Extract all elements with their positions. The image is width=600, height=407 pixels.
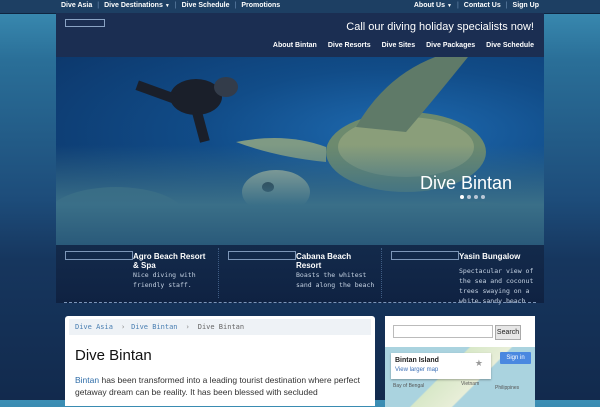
top-nav-sign-up[interactable]: Sign Up	[508, 2, 544, 9]
slider-dot[interactable]	[481, 195, 485, 199]
top-nav-right: About Us ▼ | Contact Us | Sign Up	[409, 2, 544, 9]
resort-title[interactable]: Agro Beach Resort & Spa	[133, 252, 213, 270]
nav-dive-schedule[interactable]: Dive Schedule	[486, 42, 534, 49]
map-widget[interactable]: Bintan Island View larger map ★ Sign in …	[385, 347, 535, 407]
resort-strip: Agro Beach Resort & Spa Nice diving with…	[56, 245, 544, 305]
diver-figure	[135, 77, 238, 143]
map-label: Bay of Bengal	[393, 383, 425, 389]
top-nav-dive-asia[interactable]: Dive Asia	[56, 2, 97, 9]
resort-title[interactable]: Yasin Bungalow	[459, 252, 539, 261]
resort-thumbnail[interactable]	[391, 251, 459, 260]
chevron-down-icon: ▼	[164, 3, 170, 9]
slider-dot[interactable]	[460, 195, 464, 199]
nav-about-bintan[interactable]: About Bintan	[273, 42, 317, 49]
top-nav-about-us[interactable]: About Us ▼	[409, 2, 457, 9]
hero-slider: Dive Bintan	[56, 57, 544, 245]
nav-dive-sites[interactable]: Dive Sites	[382, 42, 415, 49]
breadcrumb-current: Dive Bintan	[197, 323, 245, 331]
site-logo[interactable]	[65, 19, 105, 27]
chevron-down-icon: ▼	[446, 3, 452, 9]
resort-description: Nice diving with friendly staff.	[133, 271, 196, 289]
resort-title[interactable]: Cabana Beach Resort	[296, 252, 376, 270]
hero-title: Dive Bintan	[420, 173, 513, 193]
sidebar: Search Bintan Island View larger map ★ S…	[385, 316, 535, 407]
map-info-card: Bintan Island View larger map ★	[391, 353, 491, 379]
resort-card[interactable]: Cabana Beach Resort Boasts the whitest s…	[219, 248, 374, 300]
search-input[interactable]	[393, 325, 493, 338]
resort-thumbnail[interactable]	[65, 251, 133, 260]
breadcrumb: Dive Asia › Dive Bintan › Dive Bintan	[69, 319, 371, 335]
main-nav: About Bintan Dive Resorts Dive Sites Div…	[262, 42, 534, 49]
top-nav-dive-destinations-label: Dive Destinations	[104, 2, 163, 9]
slider-dot[interactable]	[474, 195, 478, 199]
slider-dot[interactable]	[467, 195, 471, 199]
top-nav-dive-schedule[interactable]: Dive Schedule	[177, 2, 235, 9]
breadcrumb-item[interactable]: Dive Bintan	[131, 323, 177, 331]
nav-dive-packages[interactable]: Dive Packages	[426, 42, 475, 49]
star-icon[interactable]: ★	[475, 358, 483, 369]
bintan-link[interactable]: Bintan	[75, 375, 99, 385]
resort-card[interactable]: Yasin Bungalow Spectacular view of the s…	[382, 248, 533, 305]
main-content: Dive Asia › Dive Bintan › Dive Bintan Di…	[65, 316, 375, 406]
sign-in-label: Sign in	[506, 355, 525, 361]
view-larger-map-link[interactable]: View larger map	[395, 367, 438, 373]
resort-description: Boasts the whitest sand along the beach	[296, 271, 375, 289]
resort-description: Spectacular view of the sea and coconut …	[459, 267, 534, 305]
breadcrumb-separator: ›	[120, 323, 126, 331]
slider-dots	[460, 195, 488, 199]
top-nav-contact-us[interactable]: Contact Us	[459, 2, 506, 9]
nav-dive-resorts[interactable]: Dive Resorts	[328, 42, 371, 49]
top-nav-promotions[interactable]: Promotions	[236, 2, 285, 9]
page-text: Bintan has been transformed into a leadi…	[75, 374, 375, 398]
breadcrumb-item[interactable]: Dive Asia	[75, 323, 113, 331]
search-button[interactable]: Search	[495, 325, 521, 340]
page-text-body: has been transformed into a leading tour…	[75, 375, 360, 397]
section-divider	[64, 302, 536, 303]
map-label: Philippines	[495, 385, 520, 391]
resort-card[interactable]: Agro Beach Resort & Spa Nice diving with…	[56, 248, 206, 300]
top-nav-left: Dive Asia | Dive Destinations ▼ | Dive Sc…	[56, 2, 285, 9]
top-bar: Dive Asia | Dive Destinations ▼ | Dive Sc…	[0, 0, 600, 14]
resort-thumbnail[interactable]	[228, 251, 296, 260]
page-title: Dive Bintan	[75, 347, 152, 364]
map-place-name: Bintan Island	[395, 357, 439, 364]
map-label: Vietnam	[461, 381, 480, 387]
site-header: Call our diving holiday specialists now!…	[56, 13, 544, 57]
breadcrumb-separator: ›	[185, 323, 190, 331]
call-banner: Call our diving holiday specialists now!	[346, 21, 534, 33]
top-nav-dive-destinations[interactable]: Dive Destinations ▼	[99, 2, 175, 9]
map-sign-in-button[interactable]: Sign in	[500, 352, 531, 364]
top-nav-about-us-label: About Us	[413, 2, 445, 9]
